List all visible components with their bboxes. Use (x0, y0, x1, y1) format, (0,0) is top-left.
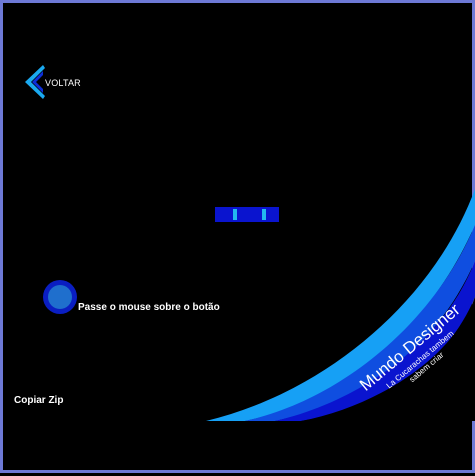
app-frame: VOLTAR Passe o mouse sobre o botão Copia… (0, 0, 475, 473)
